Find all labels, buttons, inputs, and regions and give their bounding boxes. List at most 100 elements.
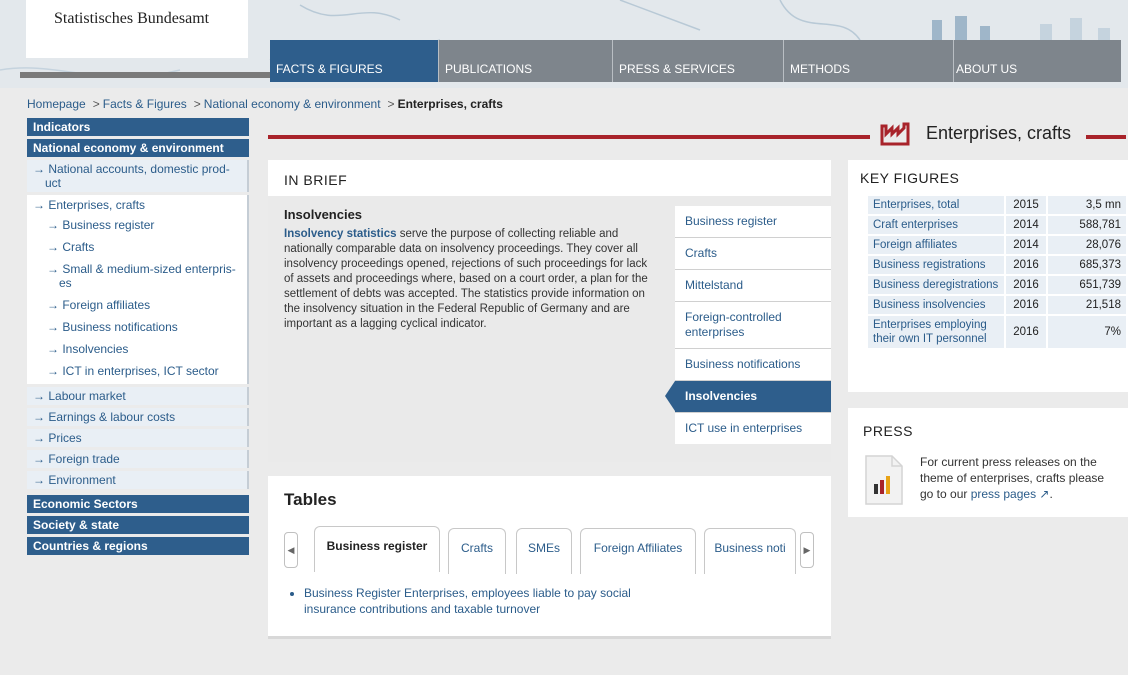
key-figure-label[interactable]: Enterprises employing their own IT perso… <box>866 314 1006 350</box>
sidebar-subitem-business-notifications[interactable]: → Business notifications <box>27 316 247 338</box>
press-pages-link-label: press pages <box>970 487 1037 501</box>
tab-scroll-left-icon[interactable]: ◀ <box>284 532 298 568</box>
nav-press-services[interactable]: PRESS & SERVICES <box>612 40 783 82</box>
key-figure-label[interactable]: Business registrations <box>866 254 1006 276</box>
tab-smes[interactable]: SMEs <box>516 528 572 574</box>
key-figure-value: 651,739 <box>1046 274 1128 296</box>
key-figures-panel: KEY FIGURES Enterprises, total 2015 3,5 mn… <box>848 160 1128 392</box>
key-figure-label[interactable]: Enterprises, total <box>866 194 1006 216</box>
tab-scroll-right-icon[interactable]: ▶ <box>800 532 814 568</box>
table-row: Enterprises, total 2015 3,5 mn <box>866 194 1128 216</box>
main-nav: FACTS & FIGURES PUBLICATIONS PRESS & SER… <box>270 40 1121 82</box>
topic-crafts[interactable]: Crafts <box>675 238 831 270</box>
topic-foreign-controlled[interactable]: Foreign-controlled enterprises <box>675 302 831 349</box>
sidebar-item-environment[interactable]: → Environment <box>27 471 249 489</box>
breadcrumb-homepage[interactable]: Homepage <box>27 97 86 111</box>
topic-business-notifications[interactable]: Business notifications <box>675 349 831 381</box>
arrow-right-icon: → <box>33 431 49 445</box>
arrow-right-icon: → <box>47 364 63 378</box>
sidebar-item-foreign-trade[interactable]: → Foreign trade <box>27 450 249 468</box>
sidebar-society-state[interactable]: Society & state <box>27 516 249 534</box>
arrow-right-icon: → <box>33 410 49 424</box>
sidebar-item-prices[interactable]: → Prices <box>27 429 249 447</box>
sidebar-item-label: Small & medium-sized enterpris-es <box>59 262 236 290</box>
sidebar-item-label: Business notifications <box>62 320 178 334</box>
sidebar-item-national-accounts[interactable]: → National accounts, domestic prod-uct <box>27 160 249 192</box>
sidebar-item-label: Earnings & labour costs <box>48 410 176 424</box>
key-figure-value: 21,518 <box>1046 294 1128 316</box>
sidebar-item-label: Labour market <box>48 389 126 403</box>
sidebar-subitem-sme[interactable]: → Small & medium-sized enterpris-es <box>27 258 247 294</box>
sidebar-item-label: Foreign affiliates <box>62 298 151 312</box>
breadcrumb-national-economy[interactable]: National economy & environment <box>204 97 381 111</box>
topic-mittelstand[interactable]: Mittelstand <box>675 270 831 302</box>
arrow-right-icon: → <box>47 240 63 254</box>
sidebar-item-label: National accounts, domestic prod-uct <box>45 162 230 190</box>
sidebar-economic-sectors[interactable]: Economic Sectors <box>27 495 249 513</box>
tab-business-register[interactable]: Business register <box>314 526 440 572</box>
breadcrumb-current: Enterprises, crafts <box>397 97 503 111</box>
sidebar-enterprises-group: → Enterprises, crafts → Business registe… <box>27 195 249 384</box>
sidebar-item-earnings[interactable]: → Earnings & labour costs <box>27 408 249 426</box>
sidebar-item-label: Crafts <box>62 240 95 254</box>
nav-publications[interactable]: PUBLICATIONS <box>438 40 612 82</box>
topic-ict[interactable]: ICT use in enterprises <box>675 413 831 444</box>
breadcrumb-separator: > <box>92 97 100 111</box>
key-figure-year: 2016 <box>1004 294 1048 316</box>
arrow-right-icon: → <box>33 389 49 403</box>
sidebar-subitem-insolvencies[interactable]: → Insolvencies <box>27 338 247 360</box>
arrow-right-icon: → <box>33 452 49 466</box>
sidebar-item-enterprises[interactable]: → Enterprises, crafts <box>27 195 247 214</box>
sidebar-subitem-ict[interactable]: → ICT in enterprises, ICT sector <box>27 360 247 384</box>
sidebar-item-label: Prices <box>48 431 82 445</box>
sidebar-subitem-foreign-affiliates[interactable]: → Foreign affiliates <box>27 294 247 316</box>
tab-foreign-affiliates[interactable]: Foreign Affiliates <box>580 528 696 574</box>
tables-heading: Tables <box>284 490 337 509</box>
press-pages-link[interactable]: press pages ↗ <box>971 487 1050 501</box>
title-rule <box>268 135 870 139</box>
nav-facts-figures[interactable]: FACTS & FIGURES <box>270 40 438 82</box>
nav-methods[interactable]: METHODS <box>783 40 953 82</box>
in-brief-heading: IN BRIEF <box>284 172 348 188</box>
key-figure-year: 2016 <box>1004 274 1048 296</box>
press-document-icon <box>865 455 903 505</box>
in-brief-text: Insolvency statistics serve the purpose … <box>284 227 654 332</box>
table-link-business-register[interactable]: Business Register Enterprises, employees… <box>304 585 668 617</box>
press-heading: PRESS <box>863 423 913 439</box>
key-figure-label[interactable]: Craft enterprises <box>866 214 1006 236</box>
arrow-right-icon: → <box>47 262 63 276</box>
key-figures-heading: KEY FIGURES <box>860 170 960 186</box>
table-row: Business deregistrations 2016 651,739 <box>866 274 1128 296</box>
key-figures-table: Enterprises, total 2015 3,5 mn Craft enter… <box>866 194 1128 350</box>
logo[interactable]: Statistisches Bundesamt <box>26 0 248 58</box>
sidebar-item-labour-market[interactable]: → Labour market <box>27 387 249 405</box>
key-figure-value: 7% <box>1046 314 1128 350</box>
arrow-right-icon: → <box>47 320 63 334</box>
key-figure-label[interactable]: Business deregistrations <box>866 274 1006 296</box>
arrow-right-icon: → <box>33 162 49 176</box>
insolvency-statistics-link[interactable]: Insolvency statistics <box>284 228 397 240</box>
sidebar-subitem-business-register[interactable]: → Business register <box>27 214 247 236</box>
sidebar-subitem-crafts[interactable]: → Crafts <box>27 236 247 258</box>
breadcrumb-separator: > <box>387 97 395 111</box>
topic-insolvencies[interactable]: Insolvencies <box>665 381 831 413</box>
press-panel: PRESS For current press releases on the … <box>848 408 1128 517</box>
nav-about-us[interactable]: ABOUT US <box>953 40 1121 82</box>
sidebar-item-label: Insolvencies <box>62 342 129 356</box>
page-title: Enterprises, crafts <box>926 123 1072 143</box>
sidebar-countries-regions[interactable]: Countries & regions <box>27 537 249 555</box>
factory-icon <box>880 122 910 146</box>
key-figure-label[interactable]: Foreign affiliates <box>866 234 1006 256</box>
table-row: Craft enterprises 2014 588,781 <box>866 214 1128 236</box>
press-text-after: . <box>1049 487 1053 501</box>
header: Statistisches Bundesamt FACTS & FIGURES … <box>0 0 1128 88</box>
sidebar-national-economy[interactable]: National economy & environment <box>27 139 249 157</box>
topic-business-register[interactable]: Business register <box>675 206 831 238</box>
sidebar-indicators[interactable]: Indicators <box>27 118 249 136</box>
key-figure-label[interactable]: Business insolvencies <box>866 294 1006 316</box>
topic-list: Business register Crafts Mittelstand For… <box>665 206 831 444</box>
in-brief-panel: IN BRIEF Insolvencies Insolvency statist… <box>268 160 831 462</box>
tab-business-notifications[interactable]: Business noti <box>704 528 796 574</box>
breadcrumb-facts-figures[interactable]: Facts & Figures <box>103 97 187 111</box>
tab-crafts[interactable]: Crafts <box>448 528 506 574</box>
